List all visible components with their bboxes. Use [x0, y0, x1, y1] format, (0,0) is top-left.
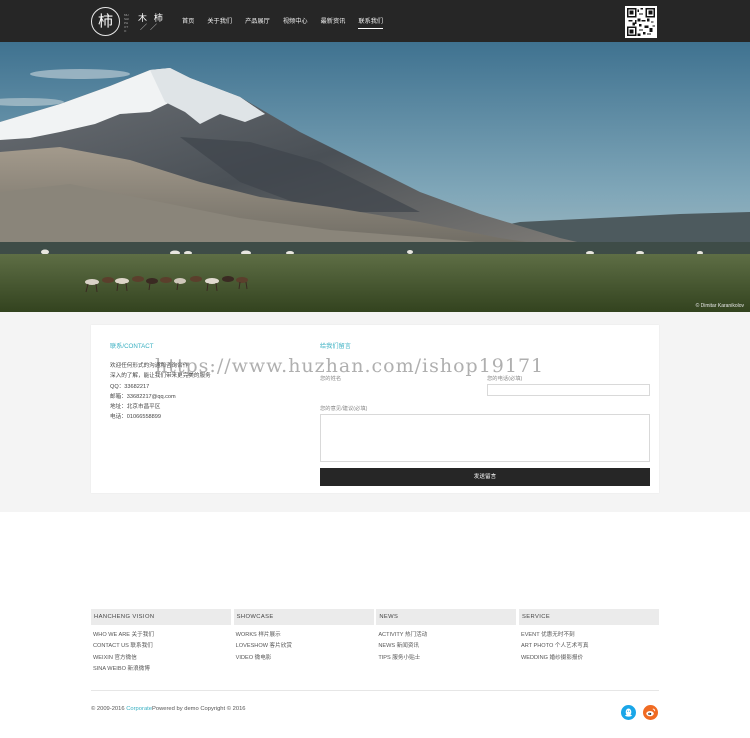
- copyright-prefix: © 2009-2016: [91, 706, 127, 712]
- footer-column-showcase: SHOWCASE WORKS 样片展示 LOVESHOW 客片欣赏 VIDEO …: [233, 609, 374, 676]
- nav-item-home[interactable]: 首页: [182, 16, 194, 29]
- footer-column-service: SERVICE EVENT 优惠无时不刻 ART PHOTO 个人艺术写真 WE…: [518, 609, 659, 676]
- nav-item-videos[interactable]: 视频中心: [283, 16, 308, 29]
- footer-link-news[interactable]: NEWS 新闻资讯: [376, 641, 516, 652]
- footer-heading: SHOWCASE: [233, 609, 374, 625]
- contact-address: 地址：北京市昌平区: [110, 404, 161, 411]
- footer-link-tips[interactable]: TIPS 服务小贴士: [376, 653, 516, 664]
- footer-link-contact[interactable]: CONTACT US 联系我们: [91, 641, 231, 652]
- hero-landscape-image: © Dimitar Karanikolov: [0, 42, 750, 312]
- contact-email: 邮箱：33682217@qq.com: [110, 393, 176, 400]
- footer-divider: [91, 690, 659, 691]
- nav-item-products[interactable]: 产品展厅: [245, 16, 270, 29]
- footer-link-works[interactable]: WORKS 样片展示: [234, 630, 374, 641]
- contact-info: 欢迎任何形式的沟通和咨询合作 深入的了解，能让我们带来更完美的服务 QQ：336…: [110, 361, 300, 423]
- footer-link-video[interactable]: VIDEO 微电影: [234, 653, 374, 664]
- name-input[interactable]: [320, 372, 480, 384]
- contact-phone: 电话：01066558899: [110, 414, 162, 421]
- contact-line: 深入的了解，能让我们带来更完美的服务: [110, 373, 211, 380]
- message-label: 您的意见/建议(必填): [320, 406, 368, 412]
- footer-column-vision: HANCHENG VISION WHO WE ARE 关于我们 CONTACT …: [91, 609, 231, 676]
- message-form-title: 给我们留言: [320, 343, 351, 350]
- footer-link-weibo[interactable]: SINA WEIBO 新浪微博: [91, 664, 231, 675]
- footer-heading: NEWS: [376, 609, 517, 625]
- qq-icon[interactable]: [621, 705, 636, 720]
- weibo-icon[interactable]: [643, 705, 658, 720]
- logo-strokes: ／／: [140, 24, 160, 31]
- message-textarea[interactable]: [320, 414, 650, 462]
- footer-link-loveshow[interactable]: LOVESHOW 客片欣赏: [234, 641, 374, 652]
- footer-link-art-photo[interactable]: ART PHOTO 个人艺术写真: [519, 641, 659, 652]
- nav-item-about[interactable]: 关于我们: [207, 16, 232, 29]
- contact-line: 欢迎任何形式的沟通和咨询合作: [110, 363, 189, 369]
- qr-code: [625, 6, 657, 38]
- footer-link-about[interactable]: WHO WE ARE 关于我们: [91, 630, 231, 641]
- copyright: © 2009-2016 CorporatePowered by demo Cop…: [91, 706, 246, 712]
- footer-heading: SERVICE: [518, 609, 659, 625]
- contact-card: 联系/CONTACT 欢迎任何形式的沟通和咨询合作 深入的了解，能让我们带来更完…: [91, 325, 659, 493]
- nav-item-contact[interactable]: 联系我们: [358, 16, 384, 29]
- copyright-suffix: Powered by demo Copyright © 2016: [152, 706, 246, 712]
- footer-link-event[interactable]: EVENT 优惠无时不刻: [519, 630, 659, 641]
- nav-item-news[interactable]: 最新资讯: [321, 16, 346, 29]
- contact-section: 联系/CONTACT 欢迎任何形式的沟通和咨询合作 深入的了解，能让我们带来更完…: [0, 312, 750, 512]
- phone-label: 您的电话(必填): [487, 376, 523, 382]
- contact-qq: QQ：33682217: [110, 383, 150, 390]
- top-navigation-bar: 柿 MUSHIPHOTO 木 柿 ／／ 首页 关于我们 产品展厅 视频中心 最新…: [0, 0, 750, 42]
- phone-input[interactable]: [487, 384, 650, 396]
- corporate-link[interactable]: Corporate: [126, 706, 152, 712]
- main-nav: 首页 关于我们 产品展厅 视频中心 最新资讯 联系我们: [182, 16, 396, 29]
- logo-emblem[interactable]: 柿: [91, 7, 120, 36]
- logo-glyph: 柿: [97, 12, 113, 30]
- footer-link-weixin[interactable]: WEIXIN 官方微信: [91, 653, 231, 664]
- footer-link-wedding[interactable]: WEDDING 婚纱摄影报价: [519, 653, 659, 664]
- send-message-button[interactable]: 发送留言: [320, 468, 650, 486]
- footer-column-news: NEWS ACTIVITY 热门活动 NEWS 新闻资讯 TIPS 服务小贴士: [376, 609, 517, 676]
- contact-title: 联系/CONTACT: [110, 343, 154, 350]
- footer-columns: HANCHENG VISION WHO WE ARE 关于我们 CONTACT …: [91, 609, 659, 676]
- logo-small-text: MUSHIPHOTO: [124, 13, 130, 33]
- photo-credit: © Dimitar Karanikolov: [695, 303, 744, 309]
- footer-link-activity[interactable]: ACTIVITY 热门活动: [376, 630, 516, 641]
- footer-heading: HANCHENG VISION: [91, 609, 231, 625]
